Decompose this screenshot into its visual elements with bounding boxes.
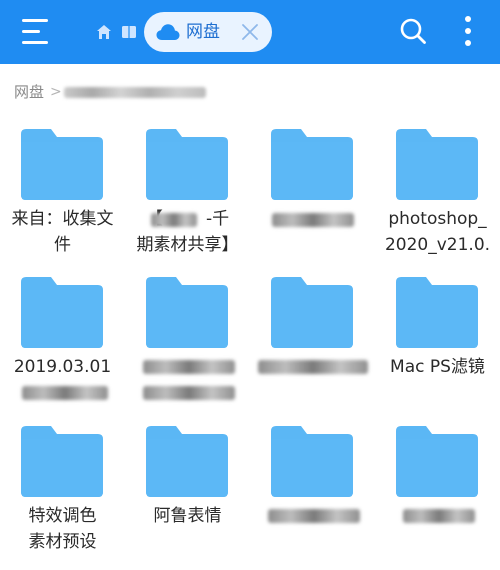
folder-icon [271, 277, 353, 348]
search-icon[interactable] [399, 17, 427, 45]
redacted-text [143, 386, 235, 400]
folder-item[interactable] [125, 276, 250, 421]
redacted-text [22, 386, 108, 400]
folder-name: 来自：收集文 件 [11, 209, 114, 255]
home-icon[interactable] [95, 23, 113, 41]
redacted-text [268, 509, 360, 523]
book-icon[interactable] [121, 24, 137, 40]
folder-icon [21, 426, 103, 497]
folder-icon [396, 129, 478, 200]
breadcrumb-current-redacted [64, 87, 206, 98]
folder-icon [271, 129, 353, 200]
close-icon[interactable] [240, 22, 260, 42]
chevron-right-icon: > [50, 84, 62, 100]
redacted-text [272, 213, 354, 227]
folder-item[interactable]: 【 -千 期素材共享】 [125, 128, 250, 273]
folder-item[interactable]: Mac PS滤镜 [375, 276, 500, 421]
redacted-text [258, 360, 368, 374]
folder-name: 特效调色 素材预设 [28, 506, 97, 552]
folder-icon [21, 129, 103, 200]
folder-item[interactable]: 来自：收集文 件 [0, 128, 125, 273]
redacted-text [143, 360, 235, 374]
folder-icon [146, 129, 228, 200]
folder-icon [396, 426, 478, 497]
folder-item[interactable]: 特效调色 素材预设 [0, 425, 125, 570]
more-vertical-icon[interactable] [464, 16, 472, 46]
redacted-text [151, 213, 197, 227]
folder-name: photoshop_ 2020_v21.0. [384, 209, 491, 255]
chip-label: 网盘 [186, 22, 220, 42]
folder-item[interactable] [250, 276, 375, 421]
redacted-text [403, 509, 475, 523]
folder-item[interactable] [250, 425, 375, 570]
folder-name: 2019.03.01 [13, 357, 112, 377]
folder-item[interactable]: photoshop_ 2020_v21.0. [375, 128, 500, 273]
folder-icon [146, 277, 228, 348]
cloud-icon [156, 24, 180, 40]
folder-icon [21, 277, 103, 348]
folder-item[interactable]: 阿鲁表情 [125, 425, 250, 570]
folder-icon [146, 426, 228, 497]
folder-item[interactable] [250, 128, 375, 273]
top-app-bar: 网盘 [0, 0, 500, 64]
folder-item[interactable] [375, 425, 500, 570]
folder-name: 阿鲁表情 [153, 506, 222, 526]
menu-icon[interactable] [22, 19, 50, 45]
folder-icon [271, 426, 353, 497]
breadcrumb-root[interactable]: 网盘 [14, 80, 44, 104]
folder-item[interactable]: 2019.03.01 [0, 276, 125, 421]
folder-name: Mac PS滤镜 [390, 357, 485, 377]
folder-icon [396, 277, 478, 348]
